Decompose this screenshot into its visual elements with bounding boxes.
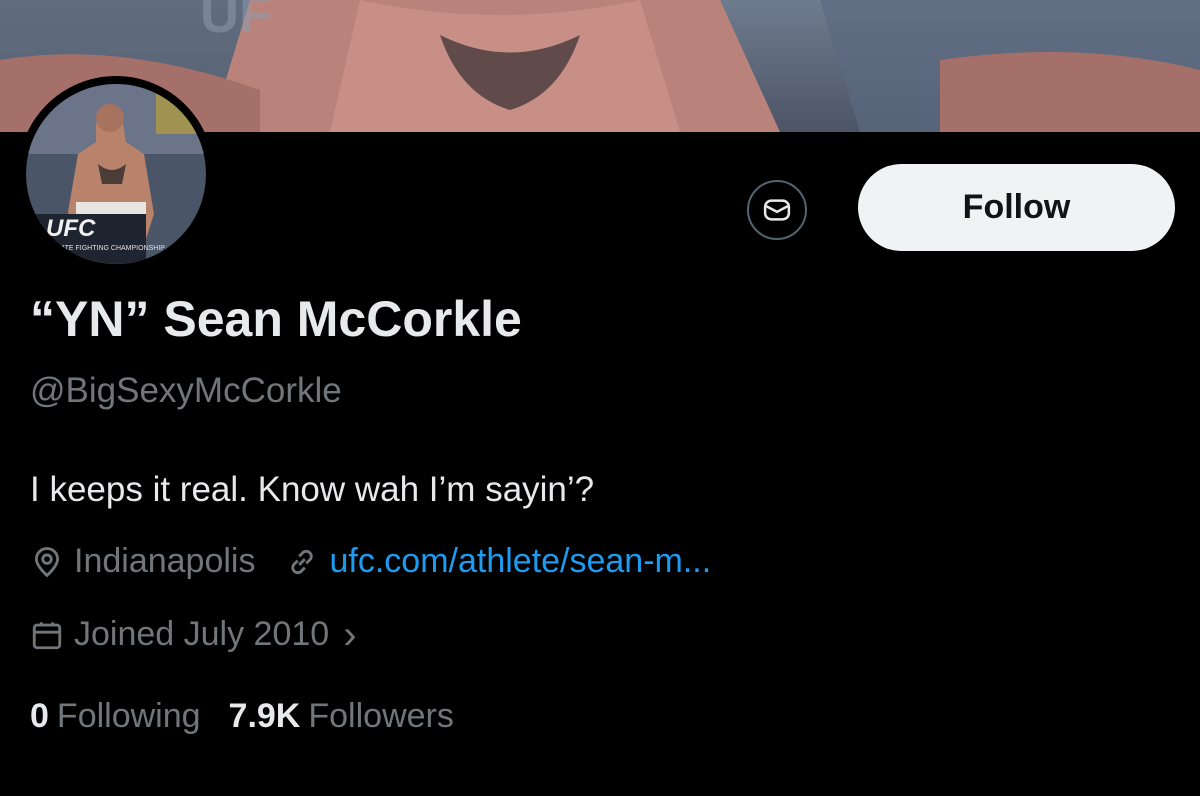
followers-label: Followers <box>308 697 454 735</box>
calendar-icon <box>32 621 62 649</box>
location-text: Indianapolis <box>74 542 256 580</box>
envelope-icon <box>763 199 791 221</box>
website-link[interactable]: ufc.com/athlete/sean-m... <box>329 542 711 581</box>
website-item[interactable]: ufc.com/athlete/sean-m... <box>285 542 711 581</box>
message-button[interactable] <box>747 180 807 240</box>
joined-text: Joined July 2010 <box>74 615 330 653</box>
following-stat[interactable]: 0 Following <box>30 697 201 736</box>
follow-stats: 0 Following 7.9K Followers <box>30 697 482 736</box>
profile-avatar[interactable]: UFC ULTIMATE FIGHTING CHAMPIONSHIP <box>18 76 214 272</box>
svg-text:UF: UF <box>200 0 272 44</box>
avatar-logo-text: UFC <box>46 215 96 242</box>
profile-meta-row: Indianapolis ufc.com/athlete/sean-m... <box>30 542 711 581</box>
location-pin-icon <box>34 546 60 577</box>
bio: I keeps it real. Know wah I’m sayin’? <box>30 470 595 509</box>
avatar-logo-subtext: ULTIMATE FIGHTING CHAMPIONSHIP <box>40 245 165 252</box>
chevron-right-icon: › <box>343 612 357 657</box>
followers-stat[interactable]: 7.9K Followers <box>229 697 454 736</box>
link-icon <box>291 549 314 574</box>
joined-row[interactable]: Joined July 2010 › <box>30 612 357 657</box>
joined-item[interactable]: Joined July 2010 › <box>30 612 357 657</box>
following-count: 0 <box>30 697 49 735</box>
handle: @BigSexyMcCorkle <box>30 371 342 410</box>
following-label: Following <box>56 697 201 735</box>
followers-count: 7.9K <box>228 697 301 735</box>
display-name: “YN” Sean McCorkle <box>30 291 522 347</box>
location-item: Indianapolis <box>30 542 255 581</box>
follow-button[interactable]: Follow <box>858 164 1175 251</box>
